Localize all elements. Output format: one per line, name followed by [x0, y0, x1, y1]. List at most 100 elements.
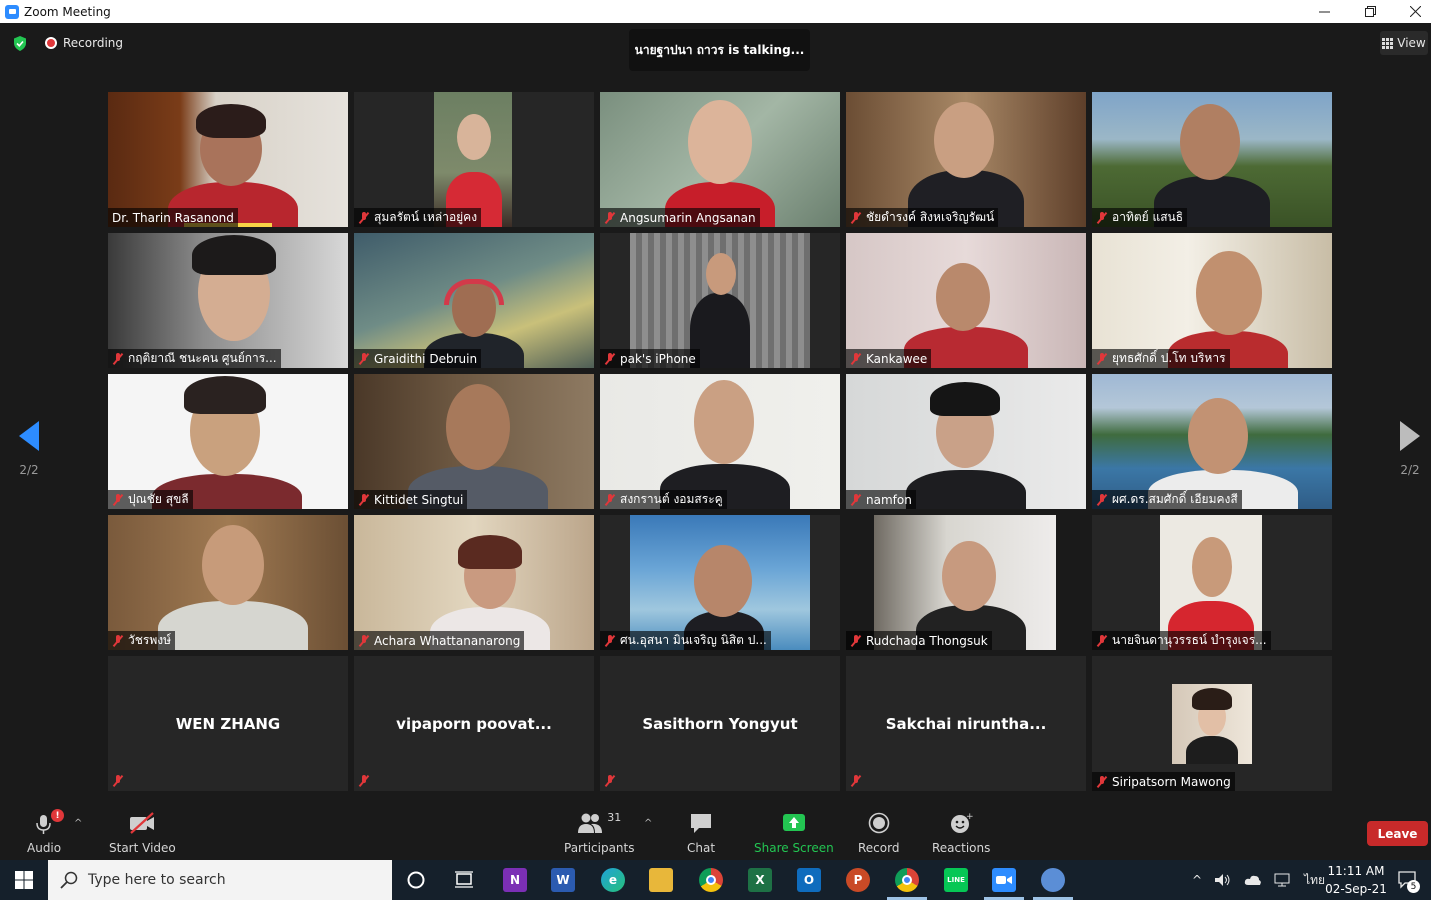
chevron-right-icon: [1400, 421, 1420, 451]
line-app-icon[interactable]: LINE: [944, 868, 968, 892]
video-tile[interactable]: ศน.อุสนา มินเจริญ นิสิต ป...: [600, 515, 840, 650]
previous-page-button[interactable]: 2/2: [9, 421, 49, 491]
participant-name-tag: Siripatsorn Mawong: [1092, 772, 1235, 791]
chrome-profile-icon[interactable]: [895, 868, 919, 892]
video-tile[interactable]: ยุทธศักดิ์ ป.โท บริหาร: [1092, 233, 1332, 368]
muted-mic-icon: [850, 211, 862, 224]
share-screen-button[interactable]: Share Screen: [754, 811, 834, 855]
video-tile[interactable]: Sakchai nirunthа...: [846, 656, 1086, 791]
muted-mic-icon: [604, 775, 616, 787]
input-language[interactable]: ไทย: [1304, 871, 1325, 890]
chat-button[interactable]: Chat: [687, 811, 715, 855]
chrome-icon[interactable]: [699, 868, 723, 892]
task-view-icon[interactable]: [452, 868, 476, 892]
edge-icon[interactable]: e: [601, 868, 625, 892]
participant-name-tag: นายจินดานุวรรธน์ บำรุงเจร...: [1092, 631, 1271, 650]
clock[interactable]: 11:11 AM 02-Sep-21: [1325, 862, 1387, 898]
powerpoint-icon[interactable]: P: [846, 868, 870, 892]
muted-mic-icon: [112, 634, 124, 647]
notification-center-button[interactable]: 5: [1397, 860, 1420, 900]
page-indicator-left: 2/2: [19, 463, 39, 477]
video-off-icon: [130, 812, 155, 834]
video-tile[interactable]: Graidithi Debruin: [354, 233, 594, 368]
participants-icon: [578, 813, 603, 833]
muted-mic-icon: [850, 634, 862, 647]
video-tile[interactable]: Dr. Tharin Rasanond: [108, 92, 348, 227]
participant-name-tag: Rudchada Thongsuk: [846, 631, 992, 650]
muted-mic-icon: [604, 352, 616, 365]
close-button[interactable]: [1392, 0, 1431, 23]
video-tile[interactable]: อาทิตย์ แสนธิ: [1092, 92, 1332, 227]
record-dot-icon: [45, 37, 57, 49]
participant-name-tag: pak's iPhone: [600, 349, 700, 368]
file-explorer-icon[interactable]: [649, 868, 673, 892]
muted-mic-icon: [850, 493, 862, 506]
video-tile[interactable]: วัชรพงษ์: [108, 515, 348, 650]
word-icon[interactable]: W: [551, 868, 575, 892]
cortana-icon[interactable]: [404, 868, 428, 892]
video-tile[interactable]: pak's iPhone: [600, 233, 840, 368]
muted-mic-icon: [1096, 493, 1108, 506]
video-tile[interactable]: Sasithorn Yongyut: [600, 656, 840, 791]
video-tile[interactable]: สุมลรัตน์ เหล่าอยู่คง: [354, 92, 594, 227]
reactions-button[interactable]: + Reactions: [932, 811, 990, 855]
muted-mic-icon: [604, 211, 616, 224]
participants-options-caret[interactable]: ^: [644, 818, 652, 829]
restore-button[interactable]: [1347, 0, 1393, 23]
video-tile[interactable]: Achara Whattananarong: [354, 515, 594, 650]
excel-icon[interactable]: X: [748, 868, 772, 892]
reactions-label: Reactions: [932, 841, 991, 855]
minimize-button[interactable]: [1301, 0, 1347, 23]
outlook-icon[interactable]: O: [797, 868, 821, 892]
shield-icon[interactable]: [13, 36, 27, 51]
onenote-icon[interactable]: N: [503, 868, 527, 892]
participant-name: Sakchai nirunthа...: [885, 714, 1047, 733]
participants-button[interactable]: 31 Participants: [564, 811, 635, 855]
video-tile[interactable]: สงกรานต์ งอมสระคู: [600, 374, 840, 509]
meeting-toolbar: ! Audio ^ Start Video 31 Participants ^ …: [0, 806, 1431, 860]
video-tile[interactable]: Kittidet Singtui: [354, 374, 594, 509]
network-icon[interactable]: [1274, 873, 1292, 887]
video-tile[interactable]: ชัยดำรงค์ สิงหเจริญรัฒน์: [846, 92, 1086, 227]
muted-mic-icon: [1096, 775, 1108, 788]
video-tile[interactable]: Siripatsorn Mawong: [1092, 656, 1332, 791]
start-video-button[interactable]: Start Video: [109, 811, 176, 855]
next-page-button[interactable]: 2/2: [1390, 421, 1430, 491]
participant-name-tag: ผศ.ดร.สมศักดิ์ เอียมคงสี: [1092, 490, 1242, 509]
chevron-up-icon[interactable]: ^: [1192, 873, 1202, 887]
participant-name: Sasithorn Yongyut: [642, 714, 798, 733]
recording-indicator[interactable]: Recording: [45, 36, 123, 50]
chat-label: Chat: [687, 841, 716, 855]
start-button[interactable]: [0, 860, 48, 900]
video-tile[interactable]: นายจินดานุวรรธน์ บำรุงเจร...: [1092, 515, 1332, 650]
record-button[interactable]: Record: [858, 811, 899, 855]
video-tile[interactable]: Rudchada Thongsuk: [846, 515, 1086, 650]
participant-name-tag: อาทิตย์ แสนธิ: [1092, 208, 1188, 227]
volume-icon[interactable]: [1214, 873, 1232, 887]
video-tile[interactable]: ผศ.ดร.สมศักดิ์ เอียมคงสี: [1092, 374, 1332, 509]
video-tile[interactable]: WEN ZHANG: [108, 656, 348, 791]
participant-name-tag: ศน.อุสนา มินเจริญ นิสิต ป...: [600, 631, 771, 650]
leave-button[interactable]: Leave: [1367, 821, 1428, 846]
chat-icon: [691, 814, 712, 833]
taskbar-search-input[interactable]: Type here to search: [48, 860, 392, 900]
share-screen-icon: [782, 814, 805, 831]
video-tile[interactable]: vipaporn poovat...: [354, 656, 594, 791]
view-button[interactable]: View: [1380, 31, 1428, 55]
muted-mic-icon: [112, 352, 124, 365]
muted-mic-icon: [850, 352, 862, 365]
audio-options-caret[interactable]: ^: [74, 818, 82, 829]
video-tile[interactable]: Angsumarin Angsanan: [600, 92, 840, 227]
paint-icon[interactable]: [1041, 868, 1065, 892]
participant-name-tag: Angsumarin Angsanan: [600, 208, 760, 227]
profile-picture: [1172, 684, 1252, 764]
zoom-taskbar-icon[interactable]: [992, 868, 1016, 892]
video-tile[interactable]: Kankawee: [846, 233, 1086, 368]
participant-name-tag: ปุณชัย สุขลี: [108, 490, 193, 509]
cloud-icon[interactable]: [1244, 873, 1262, 887]
video-tile[interactable]: ปุณชัย สุขลี: [108, 374, 348, 509]
muted-mic-icon: [358, 211, 370, 224]
audio-button[interactable]: ! Audio: [27, 809, 65, 855]
video-tile[interactable]: namfon: [846, 374, 1086, 509]
video-tile[interactable]: กฤติยาณี ชนะคน ศูนย์การ...: [108, 233, 348, 368]
